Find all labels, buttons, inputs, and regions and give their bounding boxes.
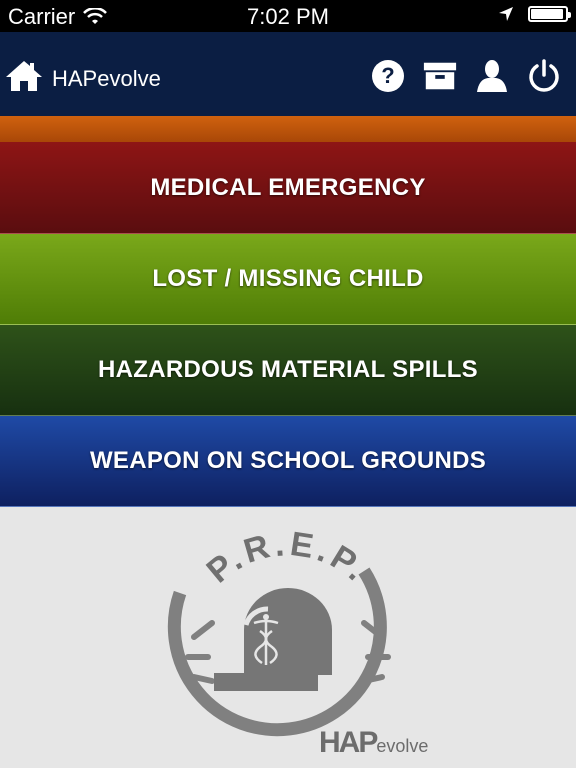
location-icon bbox=[499, 7, 513, 21]
menu-item-label: LOST / MISSING CHILD bbox=[152, 265, 424, 292]
emergency-menu: MEDICAL EMERGENCY LOST / MISSING CHILD H… bbox=[0, 142, 576, 507]
orange-menu-strip[interactable] bbox=[0, 116, 576, 143]
status-bar: Carrier 7:02 PM bbox=[0, 0, 576, 32]
menu-item-label: MEDICAL EMERGENCY bbox=[150, 173, 426, 201]
help-button[interactable]: ? bbox=[370, 58, 406, 94]
battery-level bbox=[531, 9, 563, 19]
menu-item-label: HAZARDOUS MATERIAL SPILLS bbox=[98, 356, 478, 383]
home-icon bbox=[6, 61, 42, 91]
status-time: 7:02 PM bbox=[247, 4, 329, 29]
status-right-group bbox=[498, 6, 571, 22]
brand-hap: HAP bbox=[319, 726, 378, 759]
prep-logo-text: P.R.E.P. bbox=[200, 525, 374, 591]
nav-actions: ? bbox=[370, 58, 562, 94]
menu-item-hazardous-material-spills[interactable]: HAZARDOUS MATERIAL SPILLS bbox=[0, 325, 576, 416]
menu-item-lost-missing-child[interactable]: LOST / MISSING CHILD bbox=[0, 234, 576, 325]
svg-text:P.R.E.P.: P.R.E.P. bbox=[200, 525, 378, 591]
menu-item-medical-emergency[interactable]: MEDICAL EMERGENCY bbox=[0, 142, 576, 234]
svg-text:?: ? bbox=[381, 63, 394, 88]
brand-evolve: evolve bbox=[376, 736, 429, 756]
menu-item-weapon-on-school-grounds[interactable]: WEAPON ON SCHOOL GROUNDS bbox=[0, 416, 576, 507]
hapevolve-brand: HAPevolve bbox=[319, 726, 428, 760]
user-button[interactable] bbox=[474, 58, 510, 94]
home-button[interactable] bbox=[4, 59, 44, 98]
archive-button[interactable] bbox=[422, 58, 458, 94]
menu-item-label: WEAPON ON SCHOOL GROUNDS bbox=[89, 447, 487, 474]
power-button[interactable] bbox=[526, 58, 562, 94]
power-icon bbox=[529, 59, 559, 92]
archive-icon bbox=[423, 62, 457, 90]
app-title: HAPevolve bbox=[52, 66, 161, 91]
battery-icon bbox=[528, 6, 571, 22]
nav-bar: HAPevolve ? bbox=[0, 32, 576, 116]
user-icon bbox=[477, 60, 507, 92]
help-icon: ? bbox=[372, 60, 404, 92]
